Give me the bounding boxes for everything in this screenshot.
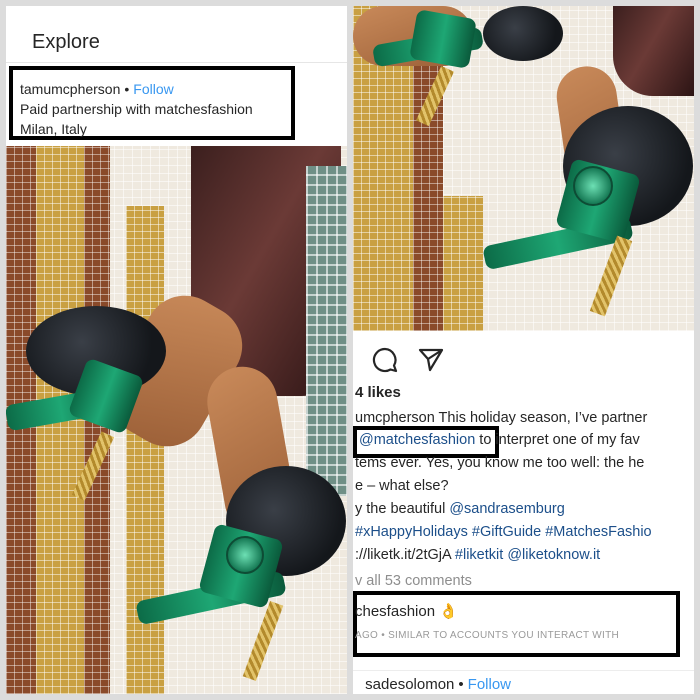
view-all-comments-link[interactable]: v all 53 comments bbox=[355, 573, 472, 589]
caption-line-1: umcpherson This holiday season, I’ve par… bbox=[355, 410, 648, 426]
likes-count[interactable]: 4 likes bbox=[355, 384, 401, 401]
mention-sandrasemburg[interactable]: @sandrasemburg bbox=[449, 501, 564, 517]
caption-text: y the beautiful bbox=[355, 501, 450, 517]
comment-icon[interactable] bbox=[371, 346, 399, 379]
caption-line-3: tems ever. Yes, you know me too well: th… bbox=[355, 455, 645, 471]
username-link[interactable]: tamumcpherson bbox=[20, 81, 120, 97]
caption-line-2: @matchesfashion to interpret one of my f… bbox=[355, 432, 640, 448]
caption-line-6: #xHappyHolidays #GiftGuide #MatchesFashi… bbox=[355, 524, 652, 540]
plaid-fabric bbox=[306, 166, 347, 496]
caption-line-7: ://liketk.it/2tGjA #liketkit @liketoknow… bbox=[355, 547, 600, 563]
mention-matchesfashion[interactable]: @matchesfashion bbox=[359, 432, 475, 448]
caption-text: to interpret one of my fav bbox=[475, 432, 640, 448]
suggested-account-link[interactable]: chesfashion bbox=[355, 603, 435, 620]
green-strap bbox=[409, 9, 477, 69]
next-username-link[interactable]: sadesolomon bbox=[365, 676, 454, 693]
green-jewel bbox=[573, 166, 613, 206]
separator-dot: • bbox=[124, 81, 130, 97]
separator-dot: • bbox=[458, 676, 464, 693]
partnership-label: Paid partnership with bbox=[20, 101, 155, 117]
next-follow-button[interactable]: Follow bbox=[468, 676, 511, 693]
post-divider bbox=[353, 670, 694, 671]
mosaic-stripe bbox=[443, 196, 483, 331]
mention-liketoknow[interactable]: @liketoknow.it bbox=[507, 547, 600, 563]
left-screenshot-panel: Explore tamumcpherson • Follow Paid partne… bbox=[6, 6, 347, 694]
suggestion-meta: AGO • SIMILAR TO ACCOUNTS YOU INTERACT W… bbox=[355, 630, 620, 641]
hashtag-link[interactable]: #GiftGuide bbox=[472, 524, 541, 540]
suggestion-account-line: chesfashion 👌 bbox=[355, 602, 458, 620]
hashtag-link[interactable]: #MatchesFashio bbox=[545, 524, 651, 540]
green-jewel bbox=[226, 536, 264, 574]
explore-title: Explore bbox=[32, 31, 100, 53]
feather-trim bbox=[483, 6, 563, 61]
follow-button[interactable]: Follow bbox=[133, 81, 173, 97]
header-divider bbox=[6, 62, 347, 63]
ok-hand-icon: 👌 bbox=[439, 603, 458, 620]
post-header-line: tamumcpherson • Follow bbox=[20, 81, 174, 97]
right-screenshot-panel: 4 likes umcpherson This holiday season, … bbox=[353, 6, 694, 694]
silk-dress bbox=[613, 6, 694, 96]
next-post-header: sadesolomon • Follow bbox=[361, 676, 511, 693]
caption-line-5: y the beautiful @sandrasemburg bbox=[355, 501, 565, 517]
share-icon[interactable] bbox=[417, 346, 445, 379]
suggestion-highlight bbox=[353, 591, 680, 657]
caption-link-text[interactable]: ://liketk.it/2tGjA bbox=[355, 547, 455, 563]
caption-line-4: e – what else? bbox=[355, 478, 449, 494]
gold-heel bbox=[242, 601, 284, 681]
post-photo[interactable] bbox=[6, 146, 347, 694]
partnership-line: Paid partnership with matchesfashion bbox=[20, 101, 253, 117]
partner-link[interactable]: matchesfashion bbox=[155, 101, 253, 117]
post-photo-zoomed[interactable] bbox=[353, 6, 694, 331]
hashtag-link[interactable]: #xHappyHolidays bbox=[355, 524, 468, 540]
hashtag-link[interactable]: #liketkit bbox=[455, 547, 503, 563]
gold-heel bbox=[589, 235, 633, 317]
location-link[interactable]: Milan, Italy bbox=[20, 121, 87, 137]
